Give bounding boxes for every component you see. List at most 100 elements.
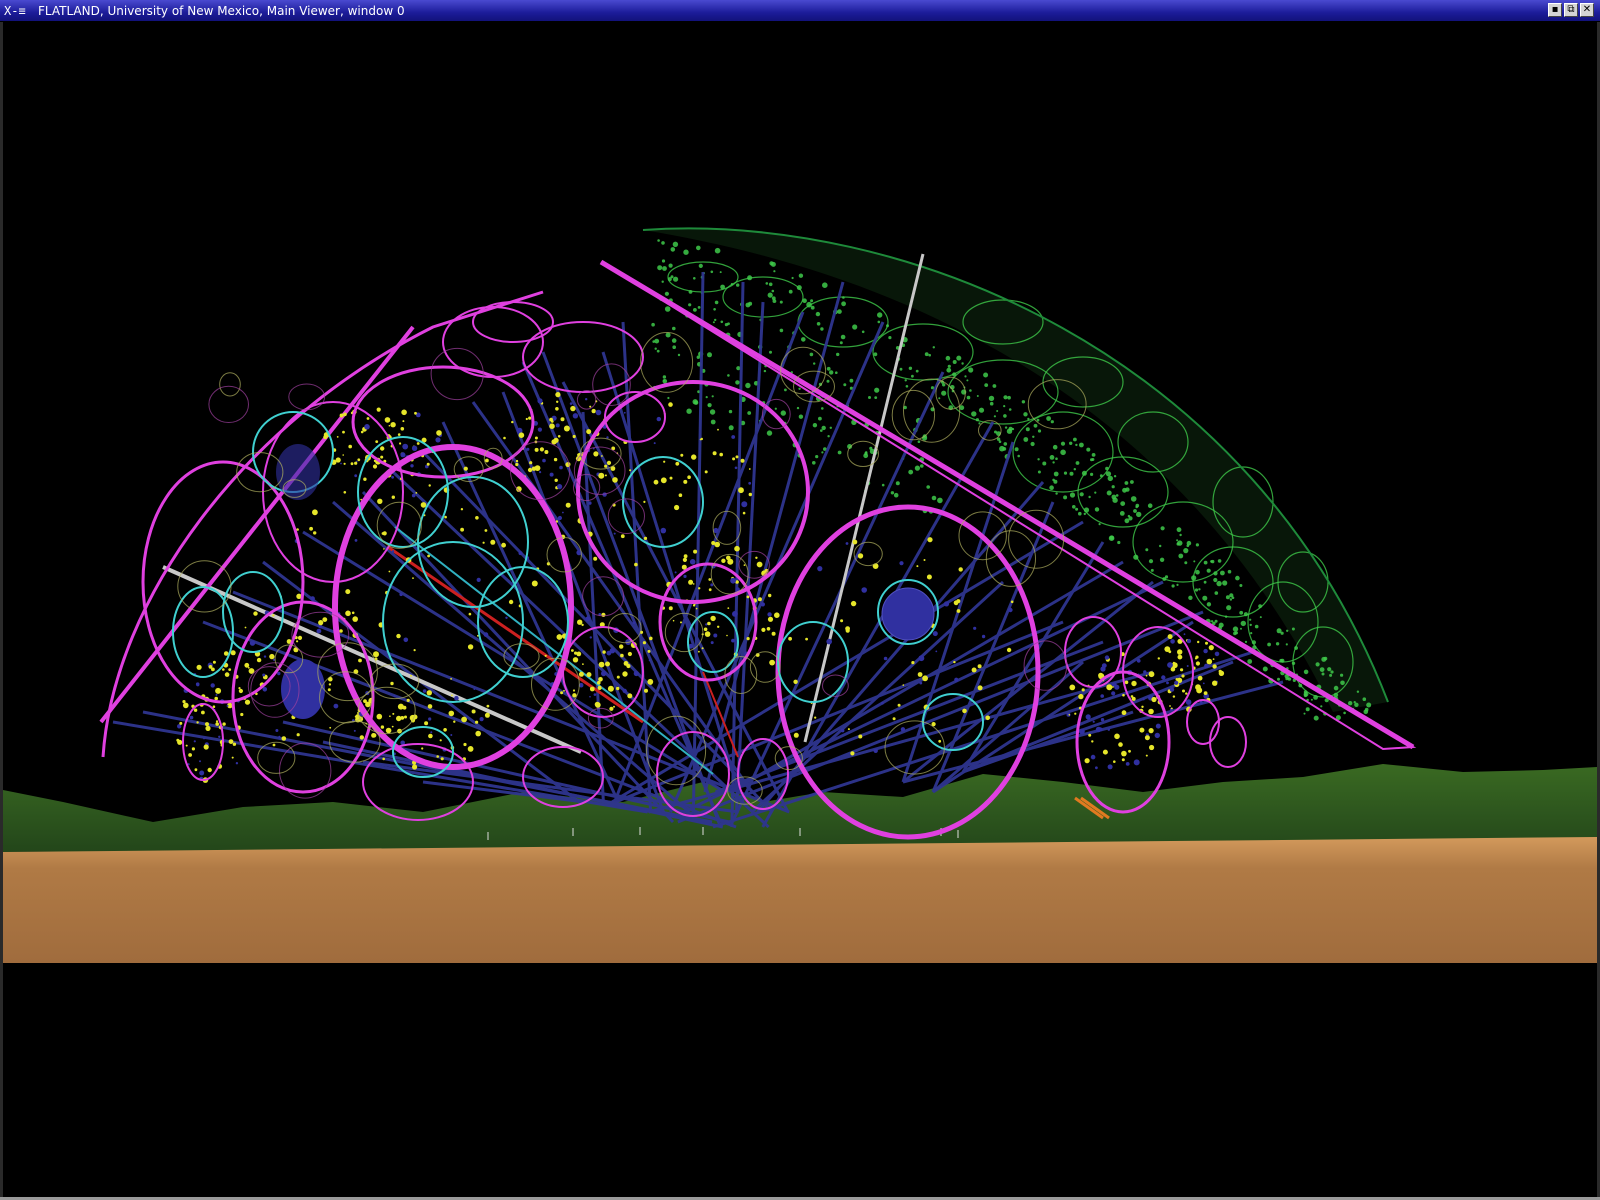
green-node xyxy=(945,355,951,361)
scene-canvas[interactable] xyxy=(3,22,1597,1197)
yellow-node xyxy=(343,462,346,465)
yellow-node xyxy=(518,551,523,556)
yellow-node xyxy=(483,632,489,637)
yellow-node xyxy=(727,558,734,565)
yellow-node xyxy=(399,592,403,597)
yellow-node xyxy=(212,660,216,664)
green-node xyxy=(984,383,989,387)
yellow-node xyxy=(701,647,704,650)
yellow-node xyxy=(805,637,808,641)
window-menu-icon[interactable]: X-≡ xyxy=(4,3,30,19)
green-node xyxy=(978,422,981,425)
yellow-node xyxy=(372,464,378,469)
yellow-node xyxy=(1161,675,1166,680)
green-node xyxy=(1090,472,1094,476)
yellow-node xyxy=(1111,691,1116,696)
green-node xyxy=(841,301,846,307)
green-node xyxy=(1303,669,1309,675)
yellow-node xyxy=(385,727,392,734)
yellow-node xyxy=(586,672,592,678)
yellow-node xyxy=(1169,705,1171,707)
green-node xyxy=(664,291,670,296)
small-cluster-ring xyxy=(219,372,241,397)
restore-button[interactable]: ⧉ xyxy=(1564,3,1578,17)
yellow-node xyxy=(359,735,364,740)
main-viewer-3d-viewport[interactable] xyxy=(3,22,1597,1197)
yellow-node xyxy=(569,402,573,405)
yellow-node xyxy=(562,511,564,514)
yellow-node xyxy=(857,553,864,559)
yellow-node xyxy=(714,541,720,548)
green-node xyxy=(1210,560,1213,563)
yellow-node xyxy=(427,704,433,709)
yellow-node xyxy=(633,670,639,677)
yellow-node xyxy=(382,757,386,761)
green-node xyxy=(796,406,800,410)
yellow-node xyxy=(668,606,673,611)
yellow-node xyxy=(448,710,455,717)
yellow-node xyxy=(1186,665,1189,667)
green-node xyxy=(829,370,834,375)
yellow-node xyxy=(414,411,417,415)
green-node xyxy=(810,305,815,310)
title-bar[interactable]: X-≡ FLATLAND, University of New Mexico, … xyxy=(0,0,1600,22)
yellow-node xyxy=(629,469,632,472)
yellow-node xyxy=(1170,639,1175,644)
yellow-node xyxy=(647,649,651,653)
green-node xyxy=(840,334,846,340)
yellow-node xyxy=(323,435,328,440)
yellow-node xyxy=(1095,766,1098,770)
green-node xyxy=(1069,492,1076,498)
yellow-node xyxy=(228,668,232,671)
yellow-node xyxy=(205,722,209,727)
yellow-node xyxy=(235,762,239,765)
close-button[interactable]: ✕ xyxy=(1580,3,1594,17)
yellow-node xyxy=(1068,714,1071,716)
green-node xyxy=(1321,672,1325,676)
yellow-node xyxy=(734,545,740,552)
yellow-node xyxy=(588,501,592,505)
yellow-node xyxy=(643,500,646,503)
yellow-node xyxy=(577,619,583,625)
green-node xyxy=(835,371,838,375)
green-node xyxy=(877,312,883,318)
green-node xyxy=(952,360,957,364)
yellow-node xyxy=(623,661,629,666)
green-node xyxy=(843,383,847,387)
yellow-node xyxy=(648,659,651,662)
green-node xyxy=(837,309,842,314)
green-node xyxy=(672,326,676,331)
yellow-node xyxy=(549,417,553,422)
green-node xyxy=(1159,557,1165,562)
yellow-node xyxy=(460,508,464,511)
green-node xyxy=(672,345,676,350)
minimize-button[interactable]: ▪ xyxy=(1548,3,1562,17)
green-node xyxy=(908,366,913,370)
green-node xyxy=(926,485,930,489)
green-node xyxy=(728,409,733,414)
yellow-node xyxy=(1104,655,1110,660)
green-node xyxy=(1094,507,1100,512)
yellow-node xyxy=(1091,740,1094,743)
yellow-node xyxy=(537,398,543,404)
yellow-node xyxy=(542,458,546,463)
green-node xyxy=(1262,666,1268,672)
yellow-node xyxy=(840,728,845,733)
yellow-node xyxy=(475,516,479,520)
green-node xyxy=(826,379,830,383)
yellow-node xyxy=(199,760,201,763)
yellow-node xyxy=(450,678,452,680)
yellow-node xyxy=(861,587,867,593)
yellow-node xyxy=(211,667,215,672)
yellow-node xyxy=(343,412,347,417)
yellow-node xyxy=(740,458,745,463)
yellow-node xyxy=(712,451,717,456)
yellow-node xyxy=(660,477,667,484)
yellow-node xyxy=(767,616,774,622)
yellow-node xyxy=(619,644,624,649)
yellow-node xyxy=(585,616,591,622)
yellow-node xyxy=(704,631,711,637)
yellow-node xyxy=(269,653,275,660)
yellow-node xyxy=(717,428,719,431)
yellow-node xyxy=(309,526,313,531)
